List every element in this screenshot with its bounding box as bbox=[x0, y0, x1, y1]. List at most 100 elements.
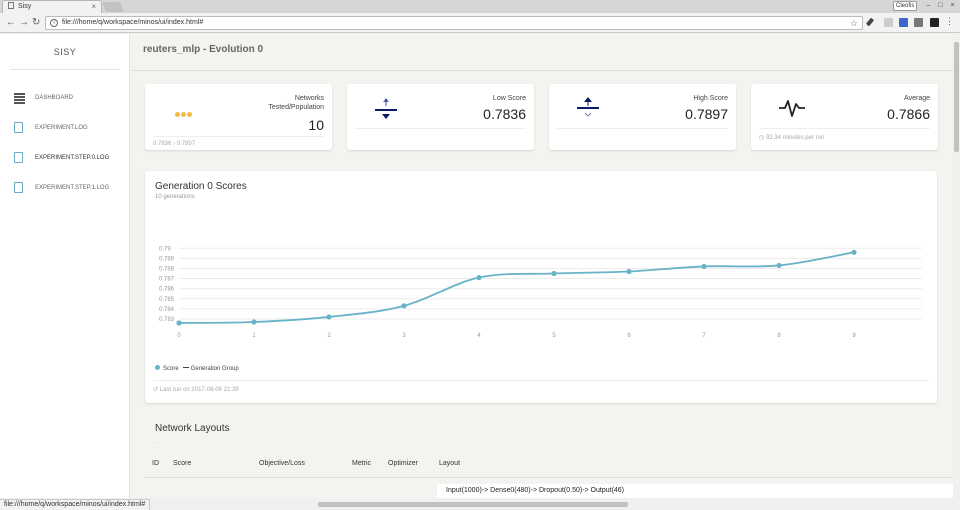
extension-icon[interactable] bbox=[884, 18, 893, 27]
stat-value: 10 bbox=[308, 117, 324, 133]
info-icon[interactable]: i bbox=[50, 19, 58, 27]
vertical-scrollbar[interactable] bbox=[953, 34, 960, 498]
x-tick-label: 6 bbox=[627, 333, 631, 339]
stat-footer: 0.7836 › 0.7897 bbox=[153, 141, 196, 147]
scores-chart-card: 0.783 0.784 0.785 0.786 0.787 0.788 0.789 0.79 0… bbox=[145, 171, 937, 403]
x-tick-label: 7 bbox=[702, 333, 706, 339]
x-tick-label: 3 bbox=[402, 333, 406, 339]
data-point bbox=[176, 320, 182, 326]
data-point bbox=[776, 262, 782, 269]
sidebar: SISY DASHBOARD EXPERIMENT.LOG EXPERIMENT… bbox=[0, 34, 130, 498]
x-tick-label: 9 bbox=[852, 333, 856, 339]
data-point bbox=[701, 263, 707, 270]
column-header-id[interactable]: ID bbox=[152, 460, 159, 467]
divider bbox=[355, 128, 526, 129]
scrollbar-thumb[interactable] bbox=[318, 502, 628, 507]
back-icon[interactable]: ← bbox=[6, 17, 16, 28]
stat-value: 0.7897 bbox=[685, 106, 728, 122]
main-content: reuters_mlp - Evolution 0 Networks Teste… bbox=[131, 34, 953, 498]
tab-bar: Sisy × Cleofis – □ × bbox=[0, 0, 960, 13]
sidebar-item-label: EXPERIMENT.STEP.1.LOG bbox=[35, 185, 110, 191]
page-icon bbox=[8, 2, 14, 9]
legend-marker-score bbox=[155, 365, 160, 370]
y-tick-label: 0.783 bbox=[159, 317, 175, 323]
extension-icon[interactable] bbox=[930, 18, 939, 27]
high-score-card: High Score 0.7897 bbox=[549, 84, 736, 150]
extension-icon[interactable] bbox=[899, 18, 908, 27]
tab-close-icon[interactable]: × bbox=[91, 1, 96, 13]
divider bbox=[153, 380, 929, 381]
section-title: Network Layouts bbox=[155, 423, 230, 434]
divider bbox=[557, 128, 728, 129]
ellipsis-icon bbox=[175, 104, 193, 122]
menu-icon[interactable]: ⋮ bbox=[945, 16, 954, 26]
status-bar: file:///home/q/workspace/minos/ui/index.… bbox=[0, 499, 151, 510]
stat-value: 0.7836 bbox=[483, 106, 526, 122]
page-title: reuters_mlp - Evolution 0 bbox=[143, 44, 264, 55]
stat-label: High Score bbox=[693, 95, 728, 102]
stat-label: Networks Tested/Population bbox=[268, 95, 324, 111]
series-line-score bbox=[178, 251, 855, 324]
url-text: file:///home/q/workspace/minos/ui/index.… bbox=[62, 19, 204, 26]
average-card: Average 0.7866 ◷ 92.34 minutes per run bbox=[751, 84, 938, 150]
sidebar-item-experiment-step-0-log[interactable]: EXPERIMENT.STEP.0.LOG bbox=[14, 151, 124, 165]
x-tick-label: 1 bbox=[252, 333, 256, 339]
divider bbox=[759, 128, 930, 129]
eyedropper-icon[interactable] bbox=[865, 17, 875, 27]
chart-legend: Score Generation Group bbox=[155, 365, 239, 372]
sidebar-item-label: DASHBOARD bbox=[35, 95, 74, 101]
stat-label: Low Score bbox=[492, 95, 526, 102]
data-point bbox=[326, 314, 332, 320]
table-row: Input(1000)-> Dense0(480)-> Dropout(0.50… bbox=[437, 484, 953, 498]
profile-badge[interactable]: Cleofis bbox=[893, 1, 918, 11]
column-header-objective[interactable]: Objective/Loss bbox=[259, 460, 305, 467]
file-icon bbox=[14, 152, 23, 163]
maximize-icon[interactable]: □ bbox=[936, 1, 945, 10]
data-point bbox=[851, 249, 857, 255]
y-tick-label: 0.79 bbox=[159, 246, 171, 252]
clock-icon: ◷ bbox=[759, 135, 765, 141]
window-close-icon[interactable]: × bbox=[948, 1, 957, 10]
forward-icon[interactable]: → bbox=[19, 17, 29, 28]
y-tick-label: 0.788 bbox=[159, 266, 175, 272]
divider bbox=[131, 70, 953, 71]
column-header-score[interactable]: Score bbox=[173, 460, 191, 467]
data-point bbox=[401, 303, 407, 309]
y-tick-label: 0.789 bbox=[159, 256, 175, 262]
y-tick-label: 0.784 bbox=[159, 307, 175, 313]
y-tick-label: 0.785 bbox=[159, 297, 175, 303]
new-tab-button[interactable] bbox=[102, 2, 124, 12]
brand-title: SISY bbox=[53, 47, 77, 57]
sidebar-item-dashboard[interactable]: DASHBOARD bbox=[14, 91, 124, 105]
sidebar-item-label: EXPERIMENT.STEP.0.LOG bbox=[35, 155, 110, 161]
chart-subtitle: 10 generations bbox=[155, 194, 195, 200]
sidebar-item-label: EXPERIMENT.LOG bbox=[35, 125, 88, 131]
data-point bbox=[476, 274, 482, 281]
column-header-layout[interactable]: Layout bbox=[439, 460, 460, 467]
browser-toolbar: ← → ↻ i file:///home/q/workspace/minos/u… bbox=[0, 13, 960, 33]
qr-icon[interactable] bbox=[914, 18, 923, 27]
reload-icon[interactable]: ↻ bbox=[32, 17, 40, 28]
legend-label-group: Generation Group bbox=[190, 366, 239, 372]
chart-footer: ↺ Last run on 2017-06-06 21:39 bbox=[153, 387, 239, 393]
y-tick-label: 0.787 bbox=[159, 277, 175, 283]
x-tick-label: 4 bbox=[477, 333, 481, 339]
chevron-right-icon: › bbox=[173, 141, 176, 147]
x-tick-label: 0 bbox=[177, 333, 181, 339]
scores-chart: 0.783 0.784 0.785 0.786 0.787 0.788 0.789 0.79 0… bbox=[159, 246, 922, 339]
browser-tab[interactable]: Sisy × bbox=[2, 0, 102, 13]
sidebar-item-experiment-step-1-log[interactable]: EXPERIMENT.STEP.1.LOG bbox=[14, 181, 124, 195]
section-subtitle: - bbox=[157, 440, 159, 446]
address-bar[interactable]: i file:///home/q/workspace/minos/ui/inde… bbox=[45, 16, 863, 30]
y-tick-label: 0.786 bbox=[159, 287, 175, 293]
minimize-icon[interactable]: – bbox=[924, 1, 933, 10]
stat-footer: ◷ 92.34 minutes per run bbox=[759, 135, 825, 141]
column-header-metric[interactable]: Metric bbox=[352, 460, 371, 467]
sidebar-item-experiment-log[interactable]: EXPERIMENT.LOG bbox=[14, 121, 124, 135]
divider bbox=[10, 69, 120, 70]
star-icon[interactable]: ☆ bbox=[850, 17, 858, 29]
scrollbar-thumb[interactable] bbox=[954, 42, 959, 152]
column-header-optimizer[interactable]: Optimizer bbox=[388, 460, 418, 467]
x-tick-label: 8 bbox=[777, 333, 781, 339]
stat-label: Average bbox=[904, 95, 930, 102]
